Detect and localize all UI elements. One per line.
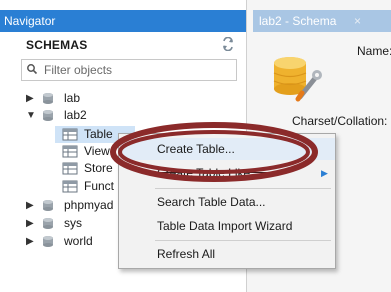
- table-folder-icon: [62, 145, 78, 158]
- database-icon: [42, 199, 54, 212]
- tree-item-label: View: [84, 144, 110, 158]
- tree-item-label: Store: [84, 161, 113, 175]
- database-icon: [42, 235, 54, 248]
- schemas-bar: SCHEMAS: [0, 34, 246, 56]
- table-folder-icon: [62, 180, 78, 193]
- navigator-title: Navigator: [4, 14, 56, 28]
- tab-title: lab2 - Schema: [259, 14, 337, 28]
- tree-item-functions[interactable]: Funct: [62, 178, 122, 195]
- table-folder-icon: [62, 128, 78, 141]
- database-icon: [42, 92, 54, 105]
- tab-strip: [367, 10, 391, 32]
- navigator-header: Navigator: [0, 10, 246, 32]
- tree-item-stored-procedures[interactable]: Store: [62, 160, 122, 177]
- tree-item-label: Table: [84, 127, 113, 141]
- collapse-arrow-icon[interactable]: ▼: [26, 107, 36, 124]
- tree-item-label: sys: [64, 216, 82, 230]
- tree-item-sys[interactable]: ▶ sys: [26, 215, 116, 232]
- database-icon: [42, 217, 54, 230]
- expand-arrow-icon[interactable]: ▶: [26, 90, 36, 107]
- tree-item-label: phpmyad: [64, 198, 114, 212]
- filter-box[interactable]: [21, 59, 237, 81]
- menu-item-refresh-all[interactable]: Refresh All: [119, 243, 335, 265]
- tree-item-views[interactable]: View: [62, 143, 122, 160]
- charset-label: Charset/Collation:: [292, 114, 388, 128]
- filter-input[interactable]: [44, 62, 232, 78]
- menu-item-create-table-like[interactable]: Create Table Like ▶: [119, 162, 335, 184]
- expand-arrow-icon[interactable]: ▶: [26, 197, 36, 214]
- tree-item-label: Funct: [84, 179, 115, 193]
- menu-item-label: Refresh All: [157, 247, 216, 261]
- menu-item-search-table-data[interactable]: Search Table Data...: [119, 191, 335, 213]
- menu-item-label: Create Table Like: [157, 166, 251, 180]
- submenu-arrow-icon: ▶: [321, 168, 328, 178]
- schema-logo-icon: [270, 53, 324, 103]
- schemas-label: SCHEMAS: [26, 38, 88, 52]
- menu-item-label: Create Table...: [157, 142, 235, 156]
- tree-item-label: world: [64, 234, 93, 248]
- tree-item-label: lab2: [64, 108, 87, 122]
- menu-item-create-table[interactable]: Create Table...: [119, 138, 335, 160]
- tree-item-phpmyadmin[interactable]: ▶ phpmyad: [26, 197, 121, 214]
- tree-item-world[interactable]: ▶ world: [26, 233, 116, 250]
- tree-item-label: lab: [64, 91, 81, 105]
- tree-item-lab[interactable]: ▶ lab: [26, 90, 226, 107]
- tab-lab2-schema[interactable]: lab2 - Schema ×: [253, 10, 367, 32]
- expand-arrow-icon[interactable]: ▶: [26, 215, 36, 232]
- close-icon[interactable]: ×: [354, 10, 361, 32]
- menu-item-label: Search Table Data...: [157, 195, 266, 209]
- table-folder-icon: [62, 162, 78, 175]
- tree-item-lab2[interactable]: ▼ lab2: [26, 107, 226, 124]
- menu-separator: [155, 188, 331, 189]
- name-label: Name:: [357, 44, 391, 58]
- context-menu: Create Table... Create Table Like ▶ Sear…: [118, 133, 336, 269]
- expand-arrow-icon[interactable]: ▶: [26, 233, 36, 250]
- menu-item-table-data-import-wizard[interactable]: Table Data Import Wizard: [119, 215, 335, 237]
- database-icon: [42, 109, 54, 122]
- strike-line: [155, 172, 277, 173]
- menu-item-label: Table Data Import Wizard: [157, 219, 293, 233]
- search-icon: [26, 63, 38, 75]
- menu-separator: [155, 240, 331, 241]
- refresh-icon[interactable]: [221, 36, 235, 52]
